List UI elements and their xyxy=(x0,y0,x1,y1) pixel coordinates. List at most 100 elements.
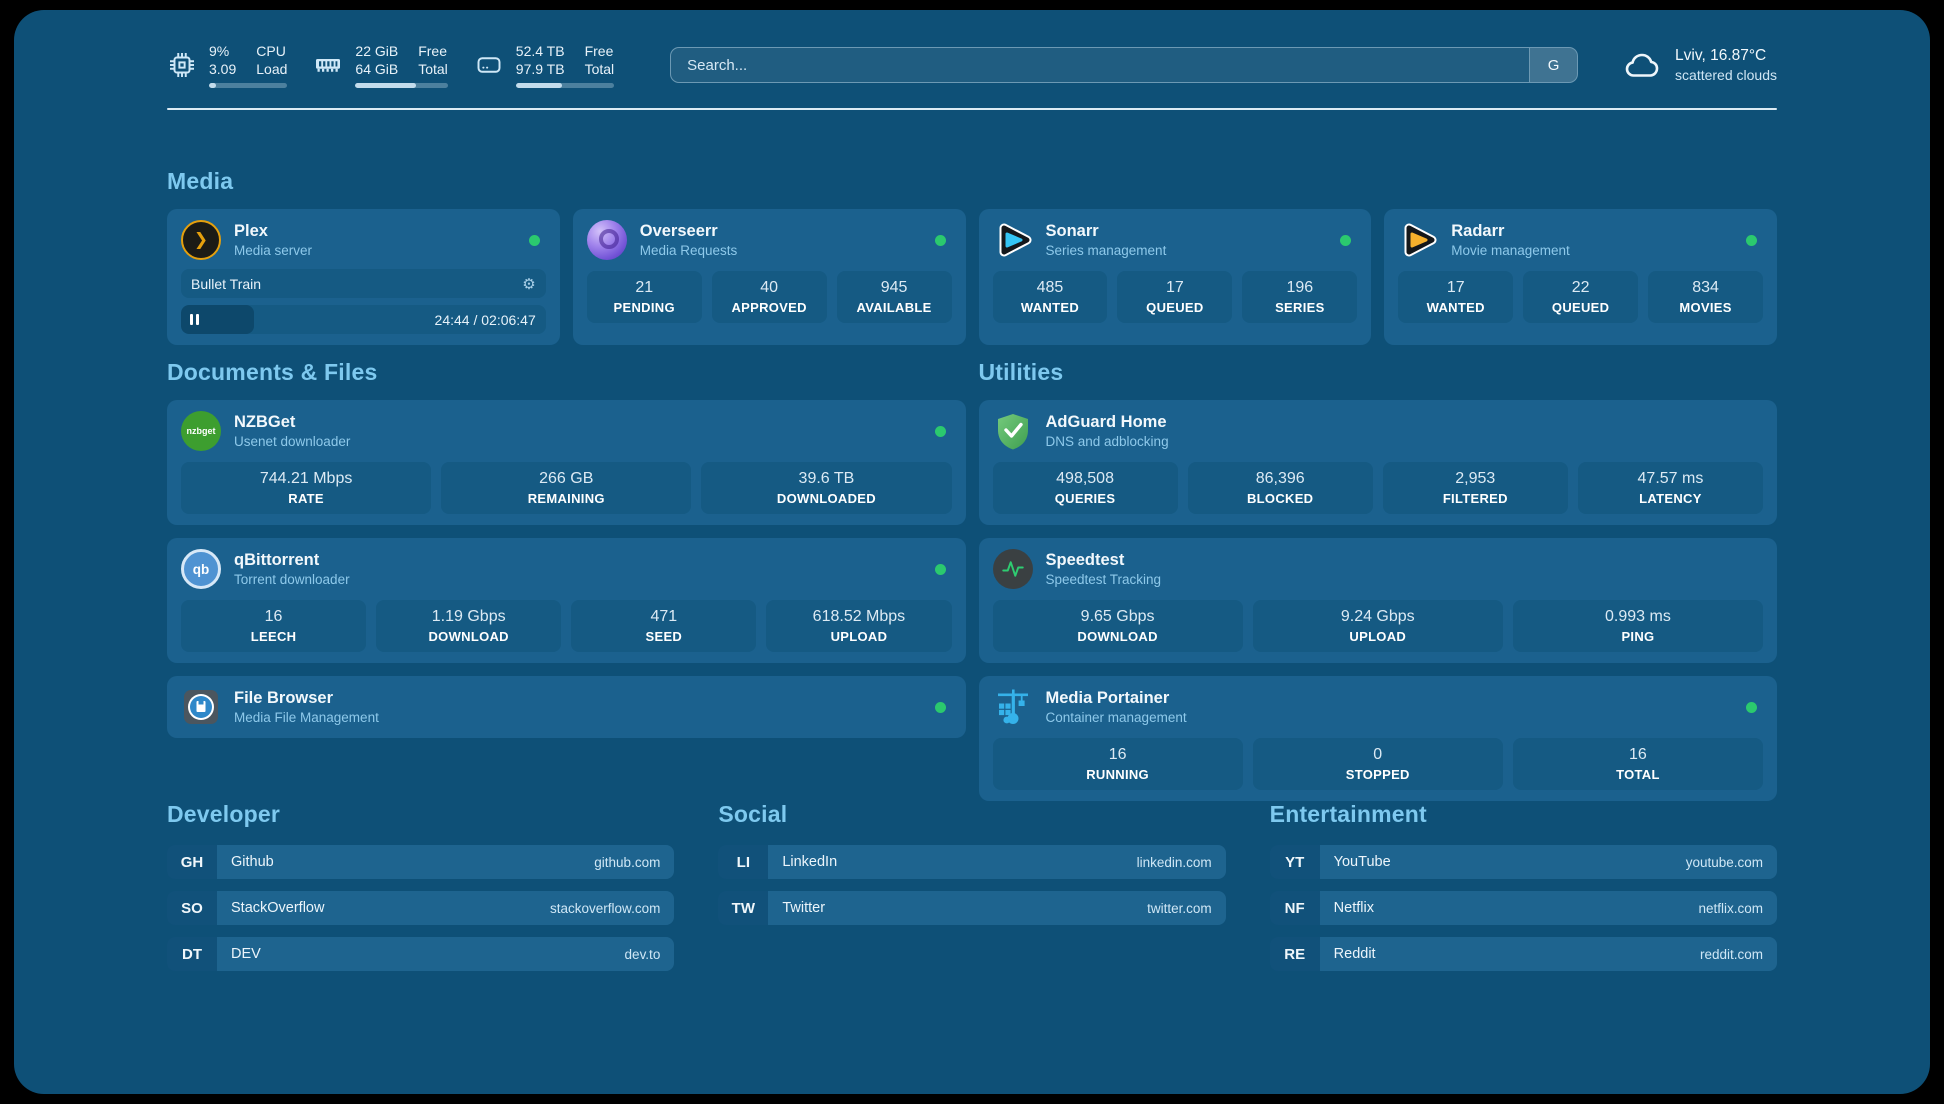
bookmark-name: LinkedIn xyxy=(782,854,837,870)
app-card-portainer[interactable]: Media Portainer Container management 16 … xyxy=(979,676,1778,801)
app-card-filebrowser[interactable]: File Browser Media File Management xyxy=(167,676,966,738)
app-card-plex[interactable]: ❯ Plex Media server Bullet Train ⚙ 24:44… xyxy=(167,209,560,345)
stats-row: 16 LEECH 1.19 Gbps DOWNLOAD 471 SEED xyxy=(181,600,952,652)
stat-label: QUEUED xyxy=(1527,300,1634,315)
bookmark-link[interactable]: TW Twitter twitter.com xyxy=(718,891,1225,925)
plex-icon: ❯ xyxy=(181,220,221,260)
section-title-developer: Developer xyxy=(167,801,674,828)
middle-grid: nzbget NZBGet Usenet downloader 744.21 M… xyxy=(167,400,1777,801)
stat-box: 86,396 BLOCKED xyxy=(1188,462,1373,514)
stat-label: STOPPED xyxy=(1257,767,1499,782)
bookmark-link[interactable]: SO StackOverflow stackoverflow.com xyxy=(167,891,674,925)
app-card-overseerr[interactable]: Overseerr Media Requests 21 PENDING 40 A… xyxy=(573,209,966,345)
stat-label: QUERIES xyxy=(997,491,1174,506)
stat-box: 834 MOVIES xyxy=(1648,271,1763,323)
ram-icon xyxy=(313,50,343,80)
stat-box: 266 GB REMAINING xyxy=(441,462,691,514)
online-status-dot xyxy=(935,702,946,713)
adguard-icon xyxy=(993,411,1033,451)
stat-label: MOVIES xyxy=(1652,300,1759,315)
app-subtitle: Media Requests xyxy=(640,244,738,258)
cpu-labels: CPU Load xyxy=(256,42,287,78)
app-card-adguard[interactable]: AdGuard Home DNS and adblocking 498,508 … xyxy=(979,400,1778,525)
app-subtitle: Container management xyxy=(1046,711,1187,725)
app-name: Media Portainer xyxy=(1046,690,1187,707)
search-input[interactable] xyxy=(671,48,1529,82)
bookmark-link[interactable]: YT YouTube youtube.com xyxy=(1270,845,1777,879)
bookmark-url: dev.to xyxy=(625,947,661,962)
app-card-speedtest[interactable]: Speedtest Speedtest Tracking 9.65 Gbps D… xyxy=(979,538,1778,663)
stat-box: 471 SEED xyxy=(571,600,756,652)
links-group-social: Social LI LinkedIn linkedin.com TW xyxy=(718,801,1225,971)
speedtest-icon xyxy=(993,549,1033,589)
bookmark-body: LinkedIn linkedin.com xyxy=(768,845,1225,879)
stat-label: PING xyxy=(1517,629,1759,644)
stat-value: 47.57 ms xyxy=(1582,470,1759,488)
online-status-dot xyxy=(1746,702,1757,713)
media-grid: ❯ Plex Media server Bullet Train ⚙ 24:44… xyxy=(167,209,1777,345)
bookmark-name: Twitter xyxy=(782,900,825,916)
search-engine-button[interactable]: G xyxy=(1529,48,1577,82)
stat-value: 498,508 xyxy=(997,470,1174,488)
topbar-divider xyxy=(167,108,1777,110)
stat-box: 40 APPROVED xyxy=(712,271,827,323)
stat-box: 17 QUEUED xyxy=(1117,271,1232,323)
stat-label: APPROVED xyxy=(716,300,823,315)
bookmark-abbr: LI xyxy=(718,845,768,879)
cpu-icon xyxy=(167,50,197,80)
stat-box: 196 SERIES xyxy=(1242,271,1357,323)
ram-stat: 22 GiB 64 GiB Free Total xyxy=(313,42,447,88)
portainer-icon xyxy=(993,687,1033,727)
stat-box: 945 AVAILABLE xyxy=(837,271,952,323)
app-card-qbittorrent[interactable]: qb qBittorrent Torrent downloader 16 LEE… xyxy=(167,538,966,663)
bookmark-link[interactable]: DT DEV dev.to xyxy=(167,937,674,971)
bookmark-url: reddit.com xyxy=(1700,947,1763,962)
stat-value: 17 xyxy=(1402,279,1509,297)
stat-value: 1.19 Gbps xyxy=(380,608,557,626)
disk-labels: Free Total xyxy=(585,42,615,78)
stat-label: DOWNLOAD xyxy=(997,629,1239,644)
online-status-dot xyxy=(935,564,946,575)
stat-value: 16 xyxy=(185,608,362,626)
bookmark-abbr: TW xyxy=(718,891,768,925)
cpu-values: 9% 3.09 xyxy=(209,42,236,78)
stat-label: DOWNLOAD xyxy=(380,629,557,644)
bookmark-url: netflix.com xyxy=(1698,901,1763,916)
bookmark-link[interactable]: GH Github github.com xyxy=(167,845,674,879)
bookmark-url: stackoverflow.com xyxy=(550,901,660,916)
bookmark-name: Github xyxy=(231,854,274,870)
stat-value: 16 xyxy=(997,746,1239,764)
stat-value: 744.21 Mbps xyxy=(185,470,427,488)
app-subtitle: DNS and adblocking xyxy=(1046,435,1169,449)
gear-icon[interactable]: ⚙ xyxy=(522,275,535,293)
stat-label: RATE xyxy=(185,491,427,506)
app-card-nzbget[interactable]: nzbget NZBGet Usenet downloader 744.21 M… xyxy=(167,400,966,525)
bookmark-name: StackOverflow xyxy=(231,900,324,916)
stat-box: 9.65 Gbps DOWNLOAD xyxy=(993,600,1243,652)
bookmark-name: Reddit xyxy=(1334,946,1376,962)
stat-value: 0 xyxy=(1257,746,1499,764)
stat-value: 945 xyxy=(841,279,948,297)
weather-widget[interactable]: Lviv, 16.87°C scattered clouds xyxy=(1622,45,1777,85)
stat-label: WANTED xyxy=(997,300,1104,315)
bookmark-abbr: RE xyxy=(1270,937,1320,971)
section-title-social: Social xyxy=(718,801,1225,828)
app-card-radarr[interactable]: Radarr Movie management 17 WANTED 22 QUE… xyxy=(1384,209,1777,345)
bookmark-body: YouTube youtube.com xyxy=(1320,845,1777,879)
stat-value: 0.993 ms xyxy=(1517,608,1759,626)
stat-box: 16 RUNNING xyxy=(993,738,1243,790)
ram-progressbar xyxy=(355,83,447,88)
app-name: qBittorrent xyxy=(234,552,350,569)
stat-value: 21 xyxy=(591,279,698,297)
stats-row: 9.65 Gbps DOWNLOAD 9.24 Gbps UPLOAD 0.99… xyxy=(993,600,1764,652)
stat-label: WANTED xyxy=(1402,300,1509,315)
bookmark-link[interactable]: RE Reddit reddit.com xyxy=(1270,937,1777,971)
bookmark-link[interactable]: NF Netflix netflix.com xyxy=(1270,891,1777,925)
stat-label: SERIES xyxy=(1246,300,1353,315)
bookmark-abbr: DT xyxy=(167,937,217,971)
bookmark-link[interactable]: LI LinkedIn linkedin.com xyxy=(718,845,1225,879)
top-bar: 9% 3.09 CPU Load 22 GiB 64 GiB xyxy=(167,42,1777,88)
app-card-sonarr[interactable]: Sonarr Series management 485 WANTED 17 Q… xyxy=(979,209,1372,345)
stat-label: SEED xyxy=(575,629,752,644)
app-subtitle: Torrent downloader xyxy=(234,573,350,587)
